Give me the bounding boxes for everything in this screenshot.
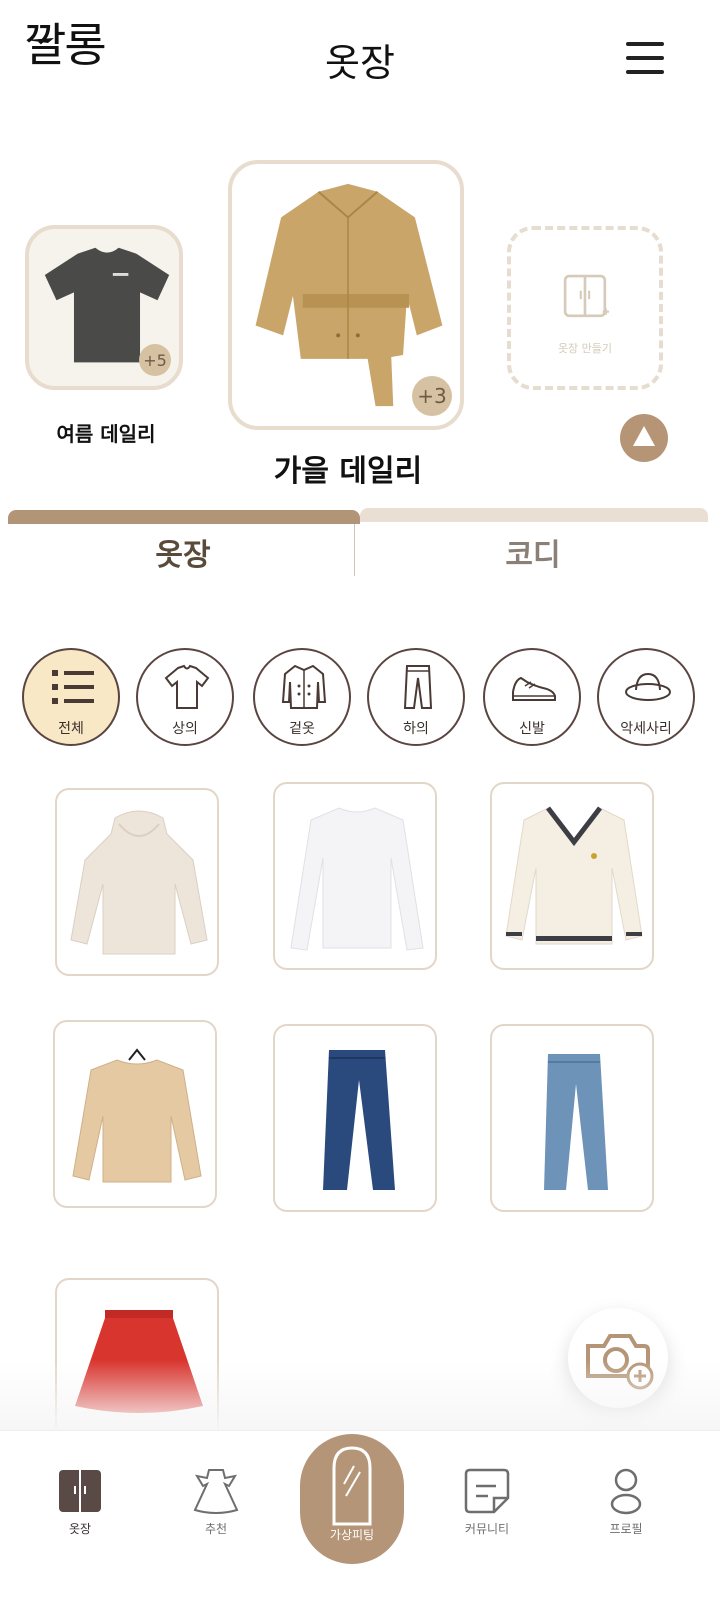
nav-label: 추천: [204, 1522, 228, 1536]
nav-item-virtual-fitting[interactable]: 가상피팅: [300, 1434, 404, 1564]
nav-item-community[interactable]: 커뮤니티: [437, 1466, 537, 1537]
long-sleeve-tee-image: [290, 807, 424, 951]
category-bottoms[interactable]: 하의: [367, 648, 465, 746]
nav-item-wardrobe[interactable]: 옷장: [30, 1466, 130, 1537]
tab-divider: [354, 524, 355, 576]
menu-line-icon: [626, 42, 664, 46]
sneaker-icon: [512, 676, 556, 701]
tab-indicator-active: [8, 510, 360, 524]
wardrobe-card-summer[interactable]: +5: [25, 225, 183, 390]
wardrobe-label-summer: 여름 데일리: [56, 422, 156, 446]
category-label: 겉옷: [289, 721, 315, 737]
wardrobe-icon: [59, 1470, 101, 1512]
create-wardrobe-button[interactable]: 옷장 만들기: [507, 226, 663, 390]
hoodie-image: [70, 810, 208, 955]
category-label: 신발: [519, 721, 545, 737]
wardrobe-label-autumn: 가을 데일리: [273, 454, 423, 489]
note-icon: [464, 1468, 510, 1514]
knit-sweater-image: [72, 1048, 202, 1183]
jeans-image: [544, 1054, 608, 1190]
collapse-up-button[interactable]: [620, 414, 668, 462]
bottom-fade: [0, 1360, 720, 1432]
dress-icon: [193, 1469, 239, 1514]
nav-item-recommend[interactable]: 추천: [166, 1466, 266, 1537]
hamburger-menu-button[interactable]: [624, 40, 666, 76]
mirror-icon: [332, 1446, 372, 1526]
nav-item-profile[interactable]: 프로필: [576, 1466, 676, 1537]
person-icon: [610, 1468, 642, 1515]
category-label: 악세사리: [620, 721, 672, 737]
pants-icon: [403, 665, 433, 709]
cable-knit-sweater-image: [505, 806, 643, 945]
category-all[interactable]: 전체: [22, 648, 120, 746]
category-label: 상의: [172, 721, 198, 737]
wardrobe-count-badge: +3: [412, 376, 452, 416]
category-label: 하의: [403, 721, 429, 737]
list-icon: [52, 670, 94, 704]
tab-wardrobe[interactable]: 옷장: [8, 530, 358, 574]
trench-coat-thumbnail: [255, 183, 443, 407]
clothing-item-light-jeans[interactable]: [490, 1024, 654, 1212]
page-title: 옷장: [325, 41, 395, 85]
nav-label: 프로필: [609, 1522, 643, 1536]
category-tops[interactable]: 상의: [136, 648, 234, 746]
wardrobe-add-icon: [563, 274, 609, 318]
nav-label: 커뮤니티: [464, 1522, 510, 1536]
tab-coordination[interactable]: 코디: [358, 530, 708, 574]
tshirt-icon: [164, 664, 210, 709]
clothing-item-vneck-sweater[interactable]: [490, 782, 654, 970]
clothing-item-hoodie[interactable]: [55, 788, 219, 976]
nav-label: 가상피팅: [329, 1528, 375, 1542]
category-accessories[interactable]: 악세사리: [597, 648, 695, 746]
category-outerwear[interactable]: 겉옷: [253, 648, 351, 746]
jeans-image: [323, 1050, 395, 1190]
coat-icon: [281, 664, 327, 709]
category-label: 전체: [58, 721, 84, 737]
wardrobe-count-badge: +5: [139, 344, 171, 376]
menu-line-icon: [626, 56, 664, 60]
tab-indicator-inactive: [360, 508, 708, 522]
clothing-item-dark-jeans[interactable]: [273, 1024, 437, 1212]
wardrobe-card-autumn[interactable]: +3: [228, 160, 464, 430]
clothing-item-long-sleeve[interactable]: [273, 782, 437, 970]
create-wardrobe-label: 옷장 만들기: [557, 342, 613, 355]
category-shoes[interactable]: 신발: [483, 648, 581, 746]
menu-line-icon: [626, 70, 664, 74]
clothing-item-knit-sweater[interactable]: [53, 1020, 217, 1208]
nav-label: 옷장: [68, 1522, 92, 1536]
hat-icon: [625, 672, 671, 701]
